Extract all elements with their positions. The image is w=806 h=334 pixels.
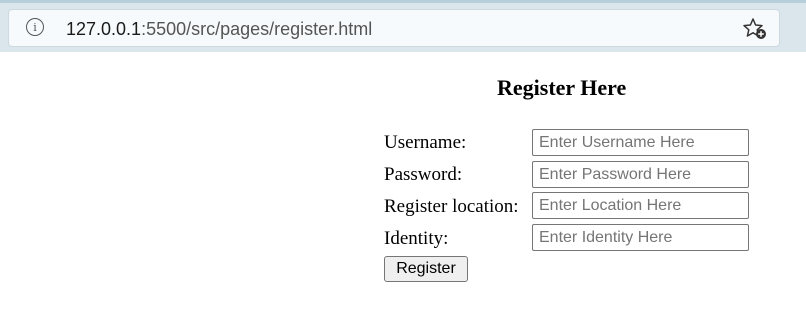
url-path: :5500/src/pages/register.html bbox=[141, 19, 373, 39]
url-host: 127.0.0.1 bbox=[66, 19, 142, 39]
password-label: Password: bbox=[384, 164, 463, 185]
register-location-label: Register location: bbox=[384, 196, 519, 217]
url-text[interactable]: 127.0.0.1:5500/src/pages/register.html bbox=[66, 18, 372, 40]
identity-input[interactable] bbox=[532, 224, 749, 251]
identity-label: Identity: bbox=[384, 228, 449, 249]
star-add-icon[interactable] bbox=[742, 17, 768, 41]
location-input[interactable] bbox=[532, 192, 749, 219]
password-input[interactable] bbox=[532, 161, 749, 188]
page-title: Register Here bbox=[497, 75, 627, 100]
register-button[interactable]: Register bbox=[384, 256, 468, 282]
browser-toolbar: i 127.0.0.1:5500/src/pages/register.html bbox=[0, 0, 806, 52]
username-label: Username: bbox=[384, 132, 467, 153]
address-bar[interactable]: i 127.0.0.1:5500/src/pages/register.html bbox=[8, 9, 780, 47]
page-content: Register Here Username: Password: Regist… bbox=[0, 52, 806, 334]
username-input[interactable] bbox=[532, 129, 749, 156]
info-icon[interactable]: i bbox=[26, 18, 44, 36]
